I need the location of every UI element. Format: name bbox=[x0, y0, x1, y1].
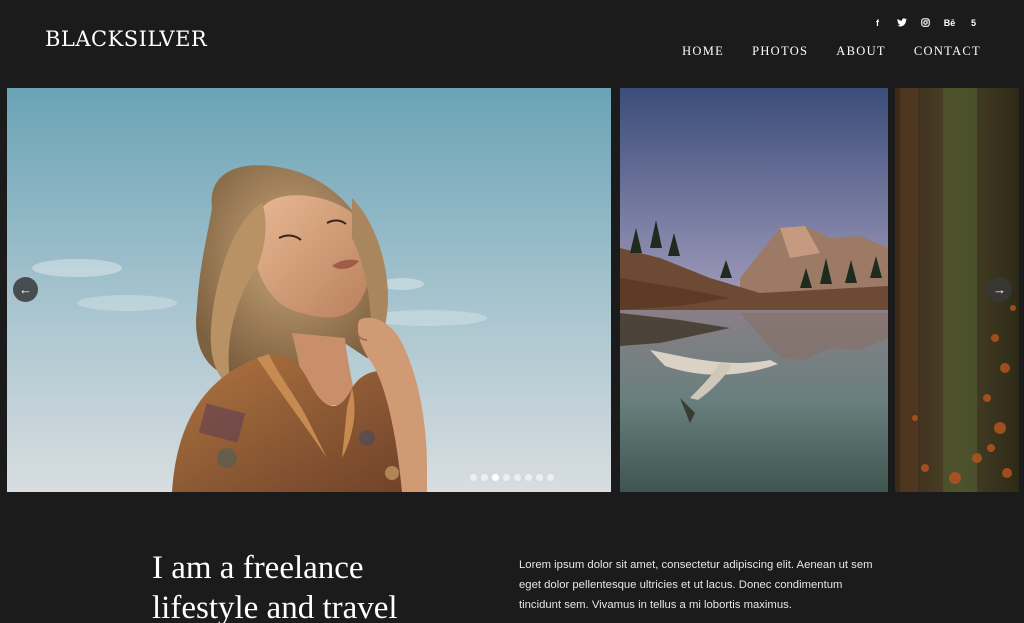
slider-dot[interactable] bbox=[525, 474, 532, 481]
behance-icon[interactable]: Bē bbox=[943, 16, 956, 29]
slider-dot[interactable] bbox=[514, 474, 521, 481]
slider-dot-active[interactable] bbox=[492, 474, 499, 481]
arrow-left-icon: ← bbox=[19, 282, 32, 297]
instagram-icon[interactable] bbox=[919, 16, 932, 29]
slider-dot[interactable] bbox=[547, 474, 554, 481]
nav-home[interactable]: HOME bbox=[682, 44, 724, 59]
facebook-icon[interactable]: f bbox=[871, 16, 884, 29]
portrait-photo bbox=[7, 88, 611, 492]
page: BLACKSILVER f Bē 5 HOME PHOTOS ABOUT CON… bbox=[0, 0, 1024, 623]
slide-lake-photo[interactable] bbox=[620, 88, 888, 492]
photo-slider: ← → bbox=[0, 88, 1024, 492]
intro-paragraph: Lorem ipsum dolor sit amet, consectetur … bbox=[519, 559, 873, 611]
main-nav: HOME PHOTOS ABOUT CONTACT bbox=[682, 44, 981, 59]
nav-about[interactable]: ABOUT bbox=[836, 44, 886, 59]
lake-photo bbox=[620, 88, 888, 492]
slider-pagination bbox=[470, 474, 554, 481]
arrow-right-icon: → bbox=[993, 282, 1006, 297]
slider-dot[interactable] bbox=[470, 474, 477, 481]
intro-heading: I am a freelance lifestyle and travel bbox=[152, 550, 398, 623]
500px-icon[interactable]: 5 bbox=[967, 16, 980, 29]
slider-next-button[interactable]: → bbox=[987, 277, 1012, 302]
slide-portrait-photo[interactable] bbox=[7, 88, 611, 492]
slider-dot[interactable] bbox=[481, 474, 488, 481]
nav-contact[interactable]: CONTACT bbox=[914, 44, 981, 59]
nav-photos[interactable]: PHOTOS bbox=[752, 44, 808, 59]
site-logo[interactable]: BLACKSILVER bbox=[45, 27, 207, 51]
slider-prev-button[interactable]: ← bbox=[13, 277, 38, 302]
twitter-icon[interactable] bbox=[895, 16, 908, 29]
social-links: f Bē 5 bbox=[871, 16, 980, 29]
slider-dot[interactable] bbox=[503, 474, 510, 481]
slider-dot[interactable] bbox=[536, 474, 543, 481]
